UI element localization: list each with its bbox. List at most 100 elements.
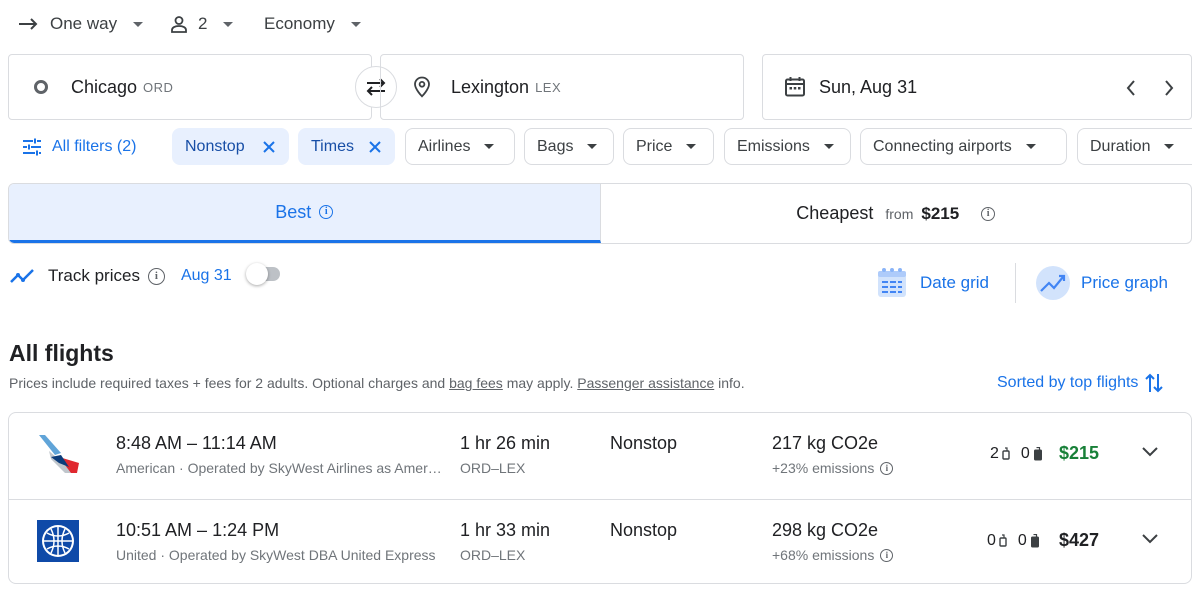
origin-code: ORD: [143, 79, 174, 95]
united-airlines-logo: [37, 520, 79, 562]
price-note: Prices include required taxes + fees for…: [9, 375, 745, 391]
flight-airline: American · Operated by SkyWest Airlines …: [116, 460, 442, 476]
emissions-delta: +68% emissions i: [772, 547, 894, 563]
sort-tabs: Best i Cheapest from $215 i: [8, 183, 1192, 244]
price-note-text: may apply.: [506, 375, 574, 391]
origin-circle-icon: [34, 80, 48, 94]
flight-stops: Nonstop: [610, 520, 678, 540]
chevron-down-icon: [133, 21, 144, 27]
price-note-text: Prices include required taxes + fees for…: [9, 375, 446, 391]
tab-cheapest-from: from: [885, 205, 914, 222]
track-prices-toggle[interactable]: [245, 263, 280, 285]
bag-allowance: 0 0: [987, 532, 1040, 550]
info-icon[interactable]: i: [880, 461, 894, 475]
flight-route: ORD–LEX: [460, 547, 526, 563]
price-graph-icon: [1036, 266, 1070, 300]
chevron-down-icon: [350, 21, 361, 27]
date-field[interactable]: Sun, Aug 31: [762, 54, 1192, 120]
calendar-icon: [785, 77, 805, 97]
tab-best-label: Best: [275, 201, 312, 222]
passenger-select[interactable]: 2: [170, 0, 234, 48]
tab-cheapest-label: Cheapest: [796, 203, 874, 223]
filter-chip-emissions[interactable]: Emissions: [724, 128, 851, 165]
arrow-right-icon: [19, 18, 38, 30]
flight-duration: 1 hr 33 min: [460, 520, 551, 540]
filter-chip-airlines[interactable]: Airlines: [405, 128, 515, 165]
passenger-assistance-link[interactable]: Passenger assistance: [577, 375, 714, 391]
info-icon[interactable]: i: [880, 548, 894, 562]
chevron-right-icon[interactable]: [1163, 79, 1175, 97]
info-icon[interactable]: i: [981, 206, 996, 221]
destination-city: Lexington: [451, 76, 530, 97]
checked-bag-count: 0: [1020, 445, 1030, 462]
flight-times: 10:51 AM – 1:24 PM: [116, 520, 280, 540]
filter-chip-connecting-airports[interactable]: Connecting airports: [860, 128, 1067, 165]
chevron-down-icon: [686, 144, 697, 149]
chevron-down-icon[interactable]: [1141, 446, 1159, 458]
sort-button[interactable]: Sorted by top flights: [997, 372, 1164, 394]
sort-arrows-icon: [1145, 373, 1164, 393]
filter-chip-label: Duration: [1090, 137, 1151, 155]
flight-row[interactable]: 8:48 AM – 11:14 AM American · Operated b…: [9, 413, 1191, 499]
flight-route: ORD–LEX: [460, 460, 526, 476]
tab-cheapest[interactable]: Cheapest from $215 i: [601, 184, 1192, 243]
destination-field[interactable]: Lexington LEX: [380, 54, 744, 120]
filter-chip-label: Emissions: [737, 137, 810, 155]
chevron-left-icon[interactable]: [1125, 79, 1137, 97]
price-graph-button[interactable]: Price graph: [1035, 266, 1168, 300]
destination-code: LEX: [535, 79, 562, 95]
checked-bag-icon: [1033, 446, 1042, 460]
bag-allowance: 2 0: [990, 445, 1043, 463]
track-prices-label: Track prices: [48, 266, 140, 285]
flight-airline: United · Operated by SkyWest DBA United …: [116, 547, 436, 563]
trending-up-icon: [10, 269, 34, 283]
location-pin-icon: [414, 76, 430, 98]
chevron-down-icon[interactable]: [1141, 533, 1159, 545]
date-grid-button[interactable]: Date grid: [876, 266, 989, 300]
flight-duration: 1 hr 26 min: [460, 433, 551, 453]
price-graph-label: Price graph: [1081, 273, 1168, 292]
filter-chip-times[interactable]: Times: [298, 128, 395, 165]
flight-stops: Nonstop: [610, 433, 678, 453]
filter-chip-price[interactable]: Price: [623, 128, 714, 165]
chevron-down-icon: [1025, 144, 1036, 149]
close-icon[interactable]: [262, 140, 276, 154]
emissions-delta-text: +23% emissions: [772, 460, 875, 476]
trip-type-select[interactable]: One way: [18, 0, 144, 48]
price-note-text: info.: [718, 375, 745, 391]
flight-price: $215: [1058, 443, 1099, 463]
flight-emissions: 298 kg CO2e: [772, 520, 879, 540]
filter-chip-label: Airlines: [418, 137, 471, 155]
tab-cheapest-price: $215: [921, 203, 960, 223]
info-icon[interactable]: i: [319, 205, 334, 219]
close-icon[interactable]: [368, 140, 382, 154]
emissions-delta: +23% emissions i: [772, 460, 894, 476]
trip-type-label: One way: [50, 14, 118, 33]
filter-chip-nonstop[interactable]: Nonstop: [172, 128, 289, 165]
filter-chip-label: Bags: [537, 137, 574, 155]
track-date: Aug 31: [180, 267, 232, 284]
carry-on-count: 0: [987, 532, 996, 549]
filter-chip-bags[interactable]: Bags: [524, 128, 614, 165]
cabin-class-label: Economy: [264, 14, 335, 33]
chevron-down-icon: [587, 144, 598, 149]
flight-times: 8:48 AM – 11:14 AM: [116, 433, 277, 453]
info-icon[interactable]: i: [147, 267, 165, 285]
american-airlines-logo: [39, 435, 79, 473]
filter-chip-duration[interactable]: Duration: [1077, 128, 1192, 165]
chevron-down-icon: [1164, 144, 1175, 149]
all-filters-button[interactable]: All filters (2): [22, 128, 136, 165]
emissions-delta-text: +68% emissions: [772, 547, 875, 563]
section-title: All flights: [9, 340, 114, 366]
bag-fees-link[interactable]: bag fees: [449, 375, 503, 391]
cabin-class-select[interactable]: Economy: [264, 0, 361, 48]
chevron-down-icon: [223, 21, 234, 27]
tab-best[interactable]: Best i: [9, 184, 601, 243]
origin-field[interactable]: Chicago ORD: [8, 54, 372, 120]
flight-row[interactable]: 10:51 AM – 1:24 PM United · Operated by …: [9, 499, 1191, 585]
filter-chip-label: Price: [636, 137, 673, 155]
checked-bag-count: 0: [1017, 532, 1027, 549]
chevron-down-icon: [484, 144, 495, 149]
date-grid-icon: [878, 268, 906, 297]
flight-list: 8:48 AM – 11:14 AM American · Operated b…: [8, 412, 1192, 584]
